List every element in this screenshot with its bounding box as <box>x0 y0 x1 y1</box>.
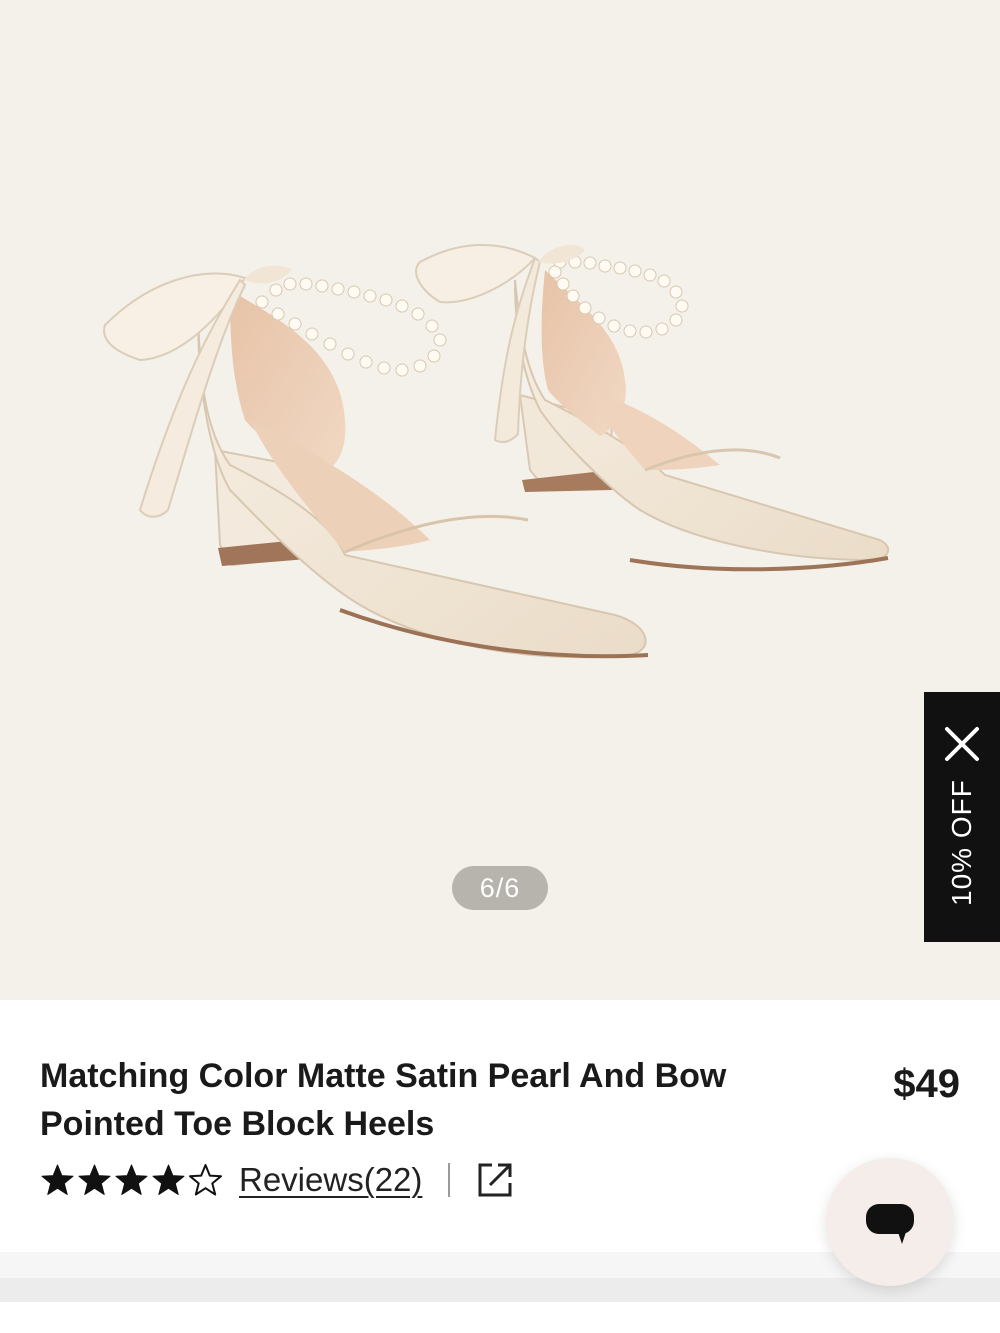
star-rating <box>40 1163 223 1198</box>
star-filled-icon <box>78 1164 111 1195</box>
reviews-link[interactable]: Reviews(22) <box>239 1161 422 1199</box>
product-image <box>103 244 890 659</box>
image-page-indicator: 6/6 <box>452 866 548 910</box>
divider <box>448 1163 451 1197</box>
star-filled-icon <box>152 1164 185 1195</box>
product-page: 6/6 10% OFF Matching Color Matte Satin P… <box>0 0 1000 1333</box>
close-icon[interactable] <box>942 724 982 764</box>
product-title: Matching Color Matte Satin Pearl And Bow… <box>40 1057 727 1143</box>
product-price: $49 <box>893 1062 960 1106</box>
rating-row: Reviews(22) <box>40 1160 514 1200</box>
star-filled-icon <box>41 1164 74 1195</box>
star-filled-icon <box>115 1164 148 1195</box>
discount-promo-tab[interactable]: 10% OFF <box>924 692 1000 942</box>
section-separator-shade <box>0 1278 1000 1302</box>
promo-label[interactable]: 10% OFF <box>946 779 977 906</box>
product-image-gallery[interactable]: 6/6 <box>0 0 1000 1000</box>
chat-button[interactable] <box>826 1158 954 1286</box>
shoe-right <box>415 244 890 572</box>
star-empty-icon <box>189 1163 222 1195</box>
external-link-icon[interactable] <box>476 1161 514 1199</box>
chat-bubble-icon <box>866 1204 914 1244</box>
